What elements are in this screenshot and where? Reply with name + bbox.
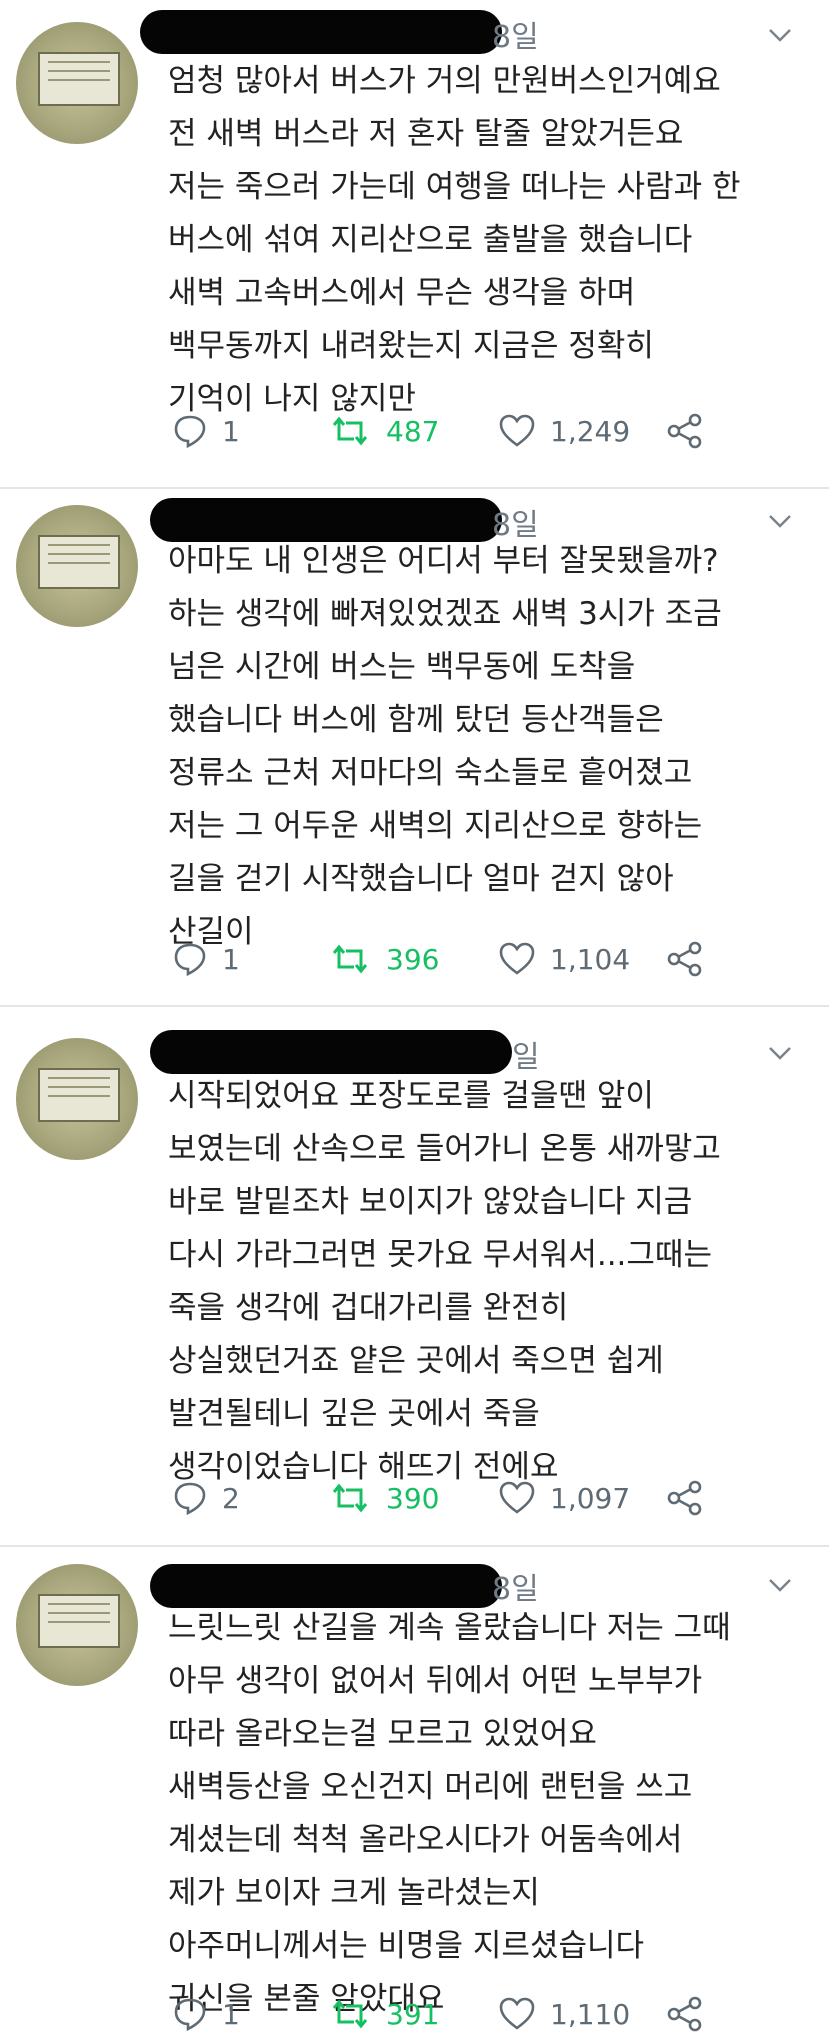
- tweet-date: 8일: [492, 20, 539, 55]
- tweet-1: 8일 엄청 많아서 버스가 거의 만원버스인거예요 전 새벽 버스라 저 혼자 …: [0, 0, 829, 485]
- share-button[interactable]: [666, 408, 718, 454]
- tweet-3: 일 시작되었어요 포장도로를 걸을땐 앞이 보였는데 산속으로 들어가니 온통 …: [0, 1008, 829, 1543]
- text-line: 정류소 근처 저마다의 숙소들로 흩어졌고: [168, 755, 693, 791]
- text-line: 아주머니께서는 비명을 지르셨습니다: [168, 1928, 645, 1964]
- share-icon: [667, 1480, 702, 1516]
- like-count: 1,104: [550, 942, 631, 976]
- share-icon: [667, 941, 702, 977]
- text-line: 새벽등산을 오신건지 머리에 랜턴을 쓰고: [168, 1769, 693, 1805]
- avatar[interactable]: [16, 505, 138, 627]
- retweet-button[interactable]: 390: [328, 1475, 439, 1521]
- tweet-actions: 2 390 1,097: [168, 1475, 768, 1521]
- heart-icon: [499, 1481, 535, 1514]
- retweet-button[interactable]: 487: [328, 408, 439, 454]
- share-icon: [667, 1996, 702, 2032]
- reply-count: 1: [222, 414, 240, 448]
- retweet-count: 487: [386, 414, 440, 448]
- like-button[interactable]: 1,104: [498, 936, 630, 982]
- reply-icon: [174, 1998, 206, 2032]
- reply-icon: [174, 1482, 206, 1516]
- retweet-count: 396: [386, 942, 440, 976]
- reply-button[interactable]: 1: [172, 1991, 240, 2037]
- share-button[interactable]: [666, 1991, 718, 2037]
- avatar[interactable]: [16, 1564, 138, 1686]
- share-button[interactable]: [666, 936, 718, 982]
- retweet-count: 390: [386, 1481, 440, 1515]
- redacted-username: [140, 10, 502, 54]
- chevron-down-icon[interactable]: [767, 1572, 793, 1598]
- chevron-down-icon[interactable]: [767, 1040, 793, 1066]
- tweet-text: 엄청 많아서 버스가 거의 만원버스인거예요 전 새벽 버스라 저 혼자 탈줄 …: [168, 55, 808, 426]
- reply-count: 2: [222, 1481, 240, 1515]
- text-line: 새벽 고속버스에서 무슨 생각을 하며: [168, 275, 636, 311]
- reply-count: 1: [222, 1997, 240, 2031]
- text-line: 백무동까지 내려왔는지 지금은 정확히: [168, 328, 654, 364]
- text-line: 보였는데 산속으로 들어가니 온통 새까맣고: [168, 1131, 721, 1167]
- tweet-actions: 1 487 1,249: [168, 408, 768, 454]
- text-line: 아무 생각이 없어서 뒤에서 어떤 노부부가: [168, 1663, 703, 1699]
- text-line: 제가 보이자 크게 놀라셨는지: [168, 1875, 540, 1911]
- share-icon: [667, 413, 702, 449]
- reply-icon: [174, 415, 206, 449]
- divider: [0, 487, 829, 489]
- avatar[interactable]: [16, 1038, 138, 1160]
- reply-button[interactable]: 2: [172, 1475, 240, 1521]
- retweet-icon: [332, 416, 368, 446]
- reply-button[interactable]: 1: [172, 408, 240, 454]
- tweet-text: 시작되었어요 포장도로를 걸을땐 앞이 보였는데 산속으로 들어가니 온통 새까…: [168, 1070, 808, 1494]
- tweet-4: 8일 느릿느릿 산길을 계속 올랐습니다 저는 그때 아무 생각이 없어서 뒤에…: [0, 1548, 829, 2043]
- text-line: 저는 죽으러 가는데 여행을 떠나는 사람과 한: [168, 169, 741, 205]
- tweet-actions: 1 391 1,110: [168, 1991, 768, 2037]
- text-line: 따라 올라오는걸 모르고 있었어요: [168, 1716, 597, 1752]
- text-line: 바로 발밑조차 보이지가 않았습니다 지금: [168, 1184, 693, 1220]
- chevron-down-icon[interactable]: [767, 508, 793, 534]
- heart-icon: [499, 942, 535, 975]
- like-button[interactable]: 1,097: [498, 1475, 630, 1521]
- text-line: 저는 그 어두운 새벽의 지리산으로 향하는: [168, 808, 703, 844]
- text-line: 버스에 섞여 지리산으로 출발을 했습니다: [168, 222, 693, 258]
- text-line: 죽을 생각에 겁대가리를 완전히: [168, 1290, 569, 1326]
- tweet-text: 아마도 내 인생은 어디서 부터 잘못됐을까? 하는 생각에 빠져있었겠죠 새벽…: [168, 535, 808, 959]
- like-count: 1,249: [550, 414, 631, 448]
- tweet-actions: 1 396 1,104: [168, 936, 768, 982]
- like-count: 1,097: [550, 1481, 631, 1515]
- reply-button[interactable]: 1: [172, 936, 240, 982]
- retweet-icon: [332, 1999, 368, 2029]
- text-line: 발견될테니 깊은 곳에서 죽을: [168, 1396, 540, 1432]
- retweet-button[interactable]: 391: [328, 1991, 439, 2037]
- reply-count: 1: [222, 942, 240, 976]
- divider: [0, 1545, 829, 1547]
- retweet-icon: [332, 944, 368, 974]
- text-line: 넘은 시간에 버스는 백무동에 도착을: [168, 649, 636, 685]
- text-line: 시작되었어요 포장도로를 걸을땐 앞이: [168, 1078, 654, 1114]
- heart-icon: [499, 414, 535, 447]
- divider: [0, 1005, 829, 1007]
- retweet-count: 391: [386, 1997, 440, 2031]
- text-line: 아마도 내 인생은 어디서 부터 잘못됐을까?: [168, 543, 719, 579]
- text-line: 하는 생각에 빠져있었겠죠 새벽 3시가 조금: [168, 596, 722, 632]
- text-line: 상실했던거죠 얕은 곳에서 죽으면 쉽게: [168, 1343, 664, 1379]
- tweet-text: 느릿느릿 산길을 계속 올랐습니다 저는 그때 아무 생각이 없어서 뒤에서 어…: [168, 1602, 808, 2026]
- reply-icon: [174, 943, 206, 977]
- text-line: 길을 걷기 시작했습니다 얼마 걷지 않아: [168, 861, 674, 897]
- chevron-down-icon[interactable]: [767, 22, 793, 48]
- heart-icon: [499, 1997, 535, 2030]
- text-line: 계셨는데 척척 올라오시다가 어둠속에서: [168, 1822, 683, 1858]
- text-line: 엄청 많아서 버스가 거의 만원버스인거예요: [168, 63, 721, 99]
- tweet-2: 8일 아마도 내 인생은 어디서 부터 잘못됐을까? 하는 생각에 빠져있었겠죠…: [0, 490, 829, 1000]
- redacted-username: [150, 1030, 512, 1074]
- retweet-icon: [332, 1483, 368, 1513]
- text-line: 다시 가라그러면 못가요 무서워서...그때는: [168, 1237, 712, 1273]
- text-line: 느릿느릿 산길을 계속 올랐습니다 저는 그때: [168, 1610, 731, 1646]
- like-count: 1,110: [550, 1997, 631, 2031]
- avatar[interactable]: [16, 22, 138, 144]
- like-button[interactable]: 1,110: [498, 1991, 630, 2037]
- text-line: 했습니다 버스에 함께 탔던 등산객들은: [168, 702, 664, 738]
- retweet-button[interactable]: 396: [328, 936, 439, 982]
- like-button[interactable]: 1,249: [498, 408, 630, 454]
- share-button[interactable]: [666, 1475, 718, 1521]
- text-line: 전 새벽 버스라 저 혼자 탈줄 알았거든요: [168, 116, 684, 152]
